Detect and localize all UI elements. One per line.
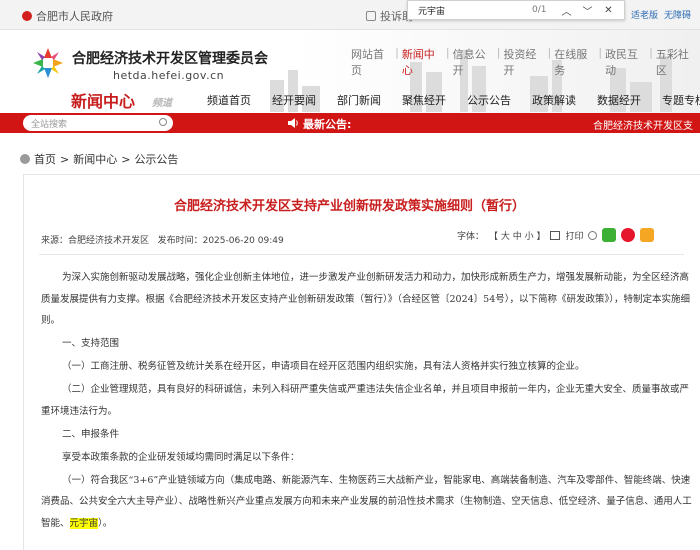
find-next-button[interactable]: ﹀ <box>577 3 598 18</box>
qzone-share-icon[interactable] <box>640 228 655 242</box>
breadcrumb-separator: > <box>121 152 131 166</box>
top-link-info[interactable]: 信息公开 <box>450 46 497 78</box>
accessibility-links: 适老版 无障碍 <box>631 8 691 21</box>
top-links: 网站首页 | 新闻中心 | 信息公开 | 投资经开 | 在线服务 | 政民互动 | 五彩社区 <box>348 46 700 78</box>
paragraph-tail: ）。 <box>98 517 113 529</box>
elder-mode-link[interactable]: 适老版 <box>631 8 658 21</box>
notice-label: 最新公告: <box>303 118 352 131</box>
main-nav: 频道首页 经开要闻 部门新闻 聚焦经开 公示公告 政策解读 数据经开 专题专栏 <box>207 92 700 108</box>
print-button[interactable]: 打印 <box>565 229 583 242</box>
complaint-link[interactable]: 投诉助 <box>366 8 413 24</box>
notice-ticker-link[interactable]: 合肥经济技术开发区支 <box>593 117 693 132</box>
find-prev-button[interactable]: ︿ <box>556 3 577 18</box>
breadcrumb-separator: > <box>60 152 70 166</box>
top-link-news[interactable]: 新闻中心 <box>399 46 446 78</box>
top-link-interaction[interactable]: 政民互动 <box>602 46 649 78</box>
wechat-share-icon[interactable] <box>602 228 617 242</box>
print-icon[interactable] <box>550 230 561 240</box>
weibo-share-icon[interactable] <box>621 228 636 242</box>
top-utility-bar: 合肥市人民政府 投诉助 适老版 无障碍 元宇宙 0/1 ︿ ﹀ ✕ <box>0 0 700 30</box>
paragraph-text: （一）符合我区“3+6”产业链领域方向（集成电路、新能源汽车、生物医药三大战新产… <box>41 474 692 529</box>
find-match-count: 0/1 <box>532 5 547 15</box>
find-highlight: 元宇宙 <box>69 517 99 529</box>
paragraph: 为深入实施创新驱动发展战略，强化企业创新主体地位，进一步激发产业创新研发活力和动… <box>41 272 691 326</box>
section-heading: 一、支持范围 <box>62 338 120 349</box>
complaint-icon <box>366 11 376 21</box>
find-in-page-bar: 元宇宙 0/1 ︿ ﹀ ✕ <box>407 0 625 20</box>
article-tools: 字体： 【 大 中 小 】 打印 <box>457 228 655 242</box>
breadcrumb: 首页 > 新闻中心 > 公示公告 <box>20 151 178 167</box>
search-icon[interactable] <box>159 118 167 126</box>
site-title: 合肥经济技术开发区管理委员会 <box>72 51 268 67</box>
paragraph: 享受本政策条款的企业研发领域均需同时满足以下条件： <box>62 451 300 463</box>
nav-department-news[interactable]: 部门新闻 <box>337 92 381 108</box>
section-heading: 二、申报条件 <box>62 428 120 440</box>
site-url: hetda.hefei.gov.cn <box>113 69 225 82</box>
nav-data[interactable]: 数据经开 <box>597 92 641 108</box>
barrier-free-link[interactable]: 无障碍 <box>664 8 691 21</box>
hetda-logo-icon <box>33 48 63 78</box>
nav-topics[interactable]: 专题专栏 <box>662 92 700 108</box>
search-placeholder: 全站搜索 <box>31 120 68 130</box>
top-link-invest[interactable]: 投资经开 <box>500 46 547 78</box>
speaker-icon <box>288 118 298 128</box>
channel-title: 新闻中心 <box>71 92 136 111</box>
paragraph: （二）企业管理规范，具有良好的科研诚信，未列入科研严重失信或严重违法失信企业名单… <box>41 384 690 417</box>
paragraph: （一）工商注册、税务征管及统计关系在经开区，申请项目在经开区范围内组织实施，具有… <box>62 361 585 372</box>
top-link-service[interactable]: 在线服务 <box>551 46 598 78</box>
national-emblem-icon <box>22 11 32 21</box>
search-notice-bar: 全站搜索 最新公告: 合肥经济技术开发区支 <box>0 113 700 133</box>
site-header: 合肥经济技术开发区管理委员会 hetda.hefei.gov.cn 新闻中心 频… <box>0 30 700 113</box>
article-card: 合肥经济技术开发区支持产业创新研发政策实施细则（暂行） 来源：合肥经济技术开发区… <box>23 174 700 550</box>
gov-site-label: 合肥市人民政府 <box>36 10 113 23</box>
article-meta: 来源：合肥经济技术开发区 发布时间：2025-06-20 09:49 <box>41 233 284 246</box>
divider <box>39 254 684 255</box>
find-input[interactable]: 元宇宙 <box>408 4 532 17</box>
nav-news[interactable]: 经开要闻 <box>272 92 316 108</box>
nav-focus[interactable]: 聚焦经开 <box>402 92 446 108</box>
article-source: 来源：合肥经济技术开发区 <box>41 236 150 246</box>
article-title: 合肥经济技术开发区支持产业创新研发政策实施细则（暂行） <box>173 199 525 214</box>
site-search-input[interactable]: 全站搜索 <box>23 115 173 131</box>
share-icon[interactable] <box>588 230 598 240</box>
article-body: 为深入实施创新驱动发展战略，强化企业创新主体地位，进一步激发产业创新研发活力和动… <box>41 267 693 536</box>
breadcrumb-home[interactable]: 首页 <box>34 151 56 167</box>
nav-policy[interactable]: 政策解读 <box>532 92 576 108</box>
nav-announcements[interactable]: 公示公告 <box>467 92 511 108</box>
breadcrumb-news[interactable]: 新闻中心 <box>73 151 117 167</box>
top-link-community[interactable]: 五彩社区 <box>653 46 700 78</box>
font-size-label: 字体： <box>457 231 485 242</box>
gov-site-link[interactable]: 合肥市人民政府 <box>22 8 113 24</box>
font-size-options[interactable]: 【 大 中 小 】 <box>489 229 545 242</box>
find-close-button[interactable]: ✕ <box>598 5 619 16</box>
nav-channel-home[interactable]: 频道首页 <box>207 92 251 108</box>
channel-subtitle: 频道 <box>152 98 172 109</box>
paragraph: （一）符合我区“3+6”产业链领域方向（集成电路、新能源汽车、生物医药三大战新产… <box>41 470 693 535</box>
breadcrumb-announcements[interactable]: 公示公告 <box>134 151 178 167</box>
location-icon <box>20 154 30 164</box>
article-date: 发布时间：2025-06-20 09:49 <box>157 236 284 246</box>
top-link-home[interactable]: 网站首页 <box>348 46 395 78</box>
